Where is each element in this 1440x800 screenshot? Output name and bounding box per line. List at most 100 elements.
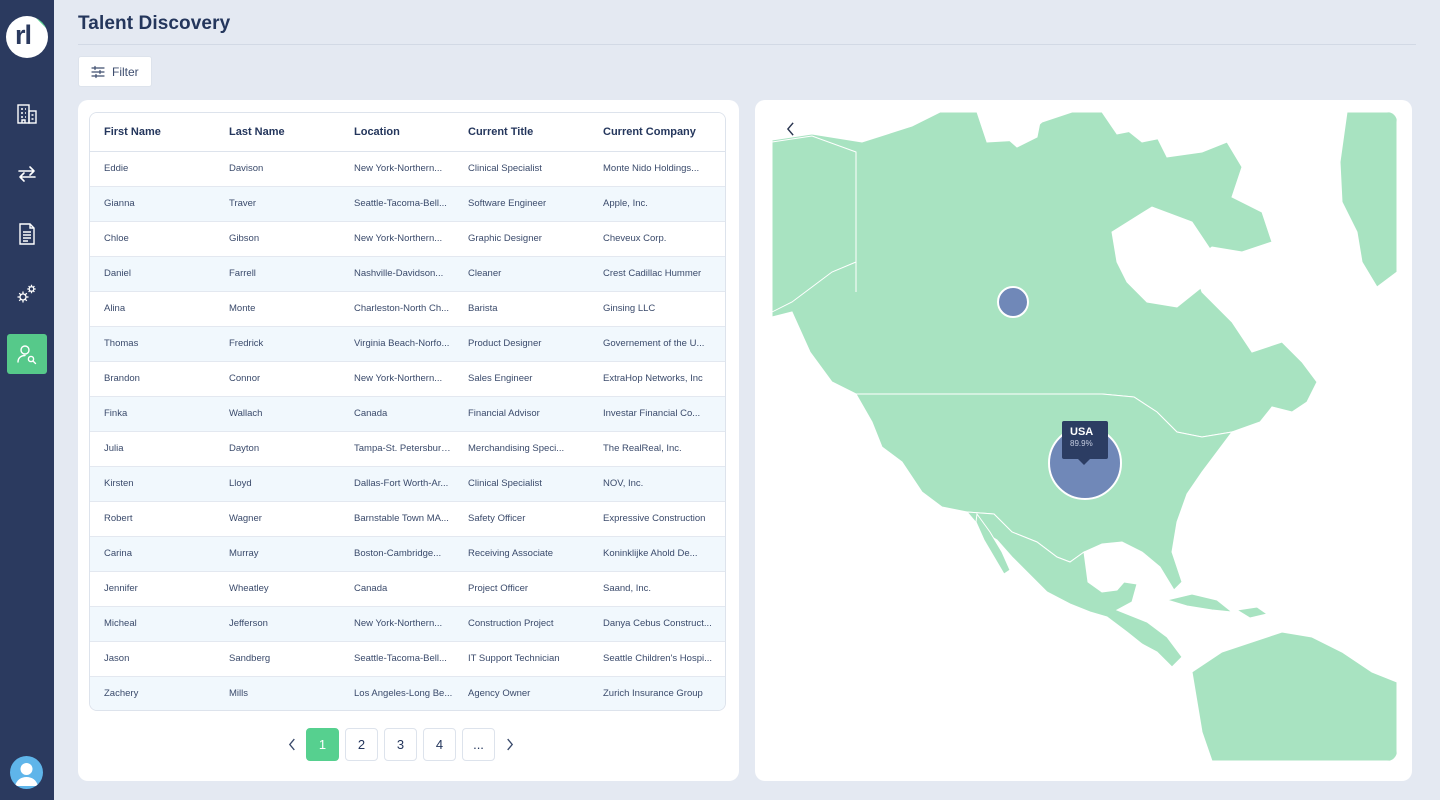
cell-last-name: Traver [215,186,340,222]
chevron-left-icon [288,738,295,750]
page-button-3[interactable]: 3 [384,727,417,761]
sidebar: rl [0,0,54,800]
table-row[interactable]: Alina Monte Charleston-North Ch... Barista G… [90,291,725,327]
cell-first-name: Micheal [90,606,215,642]
table-row[interactable]: Zachery Mills Los Angeles-Long Be... Agency… [90,676,725,710]
cuba [1165,593,1234,613]
gears-icon [17,284,36,303]
column-header-location[interactable]: Location [340,113,454,152]
pagination-next-button[interactable] [501,728,517,760]
page-button-2[interactable]: 2 [345,727,378,761]
cell-current-title: Product Designer [454,326,589,362]
table-row[interactable]: Chloe Gibson New York-Northern... Graphic D… [90,221,725,257]
cell-last-name: Sandberg [215,641,340,677]
cell-location: New York-Northern... [340,606,454,642]
map-back-button[interactable] [786,122,810,146]
cell-location: Seattle-Tacoma-Bell... [340,186,454,222]
sidebar-item-transfers[interactable] [7,154,47,194]
cell-current-title: Project Officer [454,571,589,607]
cell-first-name: Thomas [90,326,215,362]
cell-current-company: Saand, Inc. [589,571,725,607]
app-logo[interactable]: rl [6,16,48,58]
cell-current-company: Danya Cebus Construct... [589,606,725,642]
pagination-prev-button[interactable] [284,728,300,760]
sidebar-item-settings[interactable] [7,274,47,314]
column-header-current-title[interactable]: Current Title [454,113,589,152]
cell-last-name: Wagner [215,501,340,537]
cell-current-title: Construction Project [454,606,589,642]
cell-last-name: Davison [215,151,340,187]
cell-location: Nashville-Davidson... [340,256,454,292]
table-row[interactable]: Kirsten Lloyd Dallas-Fort Worth-Ar... Clini… [90,466,725,502]
cell-first-name: Chloe [90,221,215,257]
cell-location: Boston-Cambridge... [340,536,454,572]
south-america-region [1191,631,1397,761]
talent-map[interactable]: USA 89.9% [772,112,1397,761]
cell-first-name: Gianna [90,186,215,222]
cell-first-name: Kirsten [90,466,215,502]
pagination: 1 2 3 4 ... [284,727,517,761]
sliders-icon [91,65,105,78]
cell-last-name: Farrell [215,256,340,292]
cell-last-name: Wallach [215,396,340,432]
table-row[interactable]: Thomas Fredrick Virginia Beach-Norfo... Pro… [90,326,725,362]
logo-text: rl [15,20,32,50]
cell-last-name: Murray [215,536,340,572]
cell-location: Dallas-Fort Worth-Ar... [340,466,454,502]
table-row[interactable]: Jennifer Wheatley Canada Project Officer Saa… [90,571,725,607]
cell-current-title: Barista [454,291,589,327]
cell-last-name: Wheatley [215,571,340,607]
chevron-left-icon [786,122,794,136]
page-button-1[interactable]: 1 [306,727,339,761]
cell-current-title: Clinical Specialist [454,466,589,502]
cell-last-name: Gibson [215,221,340,257]
cell-first-name: Jennifer [90,571,215,607]
cell-location: Charleston-North Ch... [340,291,454,327]
cell-last-name: Lloyd [215,466,340,502]
sidebar-item-talent-discovery[interactable] [7,334,47,374]
table-row[interactable]: Brandon Connor New York-Northern... Sales E… [90,361,725,397]
table-row[interactable]: Carina Murray Boston-Cambridge... Receiving… [90,536,725,572]
cell-location: New York-Northern... [340,221,454,257]
table-row[interactable]: Robert Wagner Barnstable Town MA... Safety … [90,501,725,537]
logo-leaf-icon [32,16,48,32]
sidebar-item-buildings[interactable] [7,94,47,134]
cell-first-name: Alina [90,291,215,327]
hispaniola [1235,606,1269,619]
table-row[interactable]: Daniel Farrell Nashville-Davidson... Cleane… [90,256,725,292]
cell-current-company: NOV, Inc. [589,466,725,502]
filter-button[interactable]: Filter [78,56,152,87]
cell-first-name: Carina [90,536,215,572]
candidates-table-container: First Name Last Name Location Current Ti… [89,112,726,711]
cell-first-name: Zachery [90,676,215,710]
header-divider [78,44,1416,45]
cell-current-company: The RealReal, Inc. [589,431,725,467]
column-header-last-name[interactable]: Last Name [215,113,340,152]
table-row[interactable]: Finka Wallach Canada Financial Advisor Inves… [90,396,725,432]
table-row[interactable]: Micheal Jefferson New York-Northern... Cons… [90,606,725,642]
table-row[interactable]: Jason Sandberg Seattle-Tacoma-Bell... IT Su… [90,641,725,677]
cell-location: New York-Northern... [340,151,454,187]
cell-last-name: Mills [215,676,340,710]
table-row[interactable]: Eddie Davison New York-Northern... Clinical… [90,151,725,187]
cell-last-name: Monte [215,291,340,327]
cell-current-title: Graphic Designer [454,221,589,257]
sidebar-item-documents[interactable] [7,214,47,254]
cell-current-company: ExtraHop Networks, Inc [589,361,725,397]
table-row[interactable]: Gianna Traver Seattle-Tacoma-Bell... Softwa… [90,186,725,222]
tooltip-country: USA [1070,426,1094,438]
cell-current-title: Sales Engineer [454,361,589,397]
cell-last-name: Fredrick [215,326,340,362]
column-header-current-company[interactable]: Current Company [589,113,725,152]
cell-current-company: Monte Nido Holdings... [589,151,725,187]
cell-current-title: Agency Owner [454,676,589,710]
cell-location: Canada [340,396,454,432]
page-button-4[interactable]: 4 [423,727,456,761]
table-row[interactable]: Julia Dayton Tampa-St. Petersburg... Mercha… [90,431,725,467]
cell-last-name: Jefferson [215,606,340,642]
page-button-more[interactable]: ... [462,727,495,761]
user-avatar[interactable] [10,756,43,789]
cell-current-title: Receiving Associate [454,536,589,572]
column-header-first-name[interactable]: First Name [90,113,215,152]
user-avatar-icon [15,763,38,786]
